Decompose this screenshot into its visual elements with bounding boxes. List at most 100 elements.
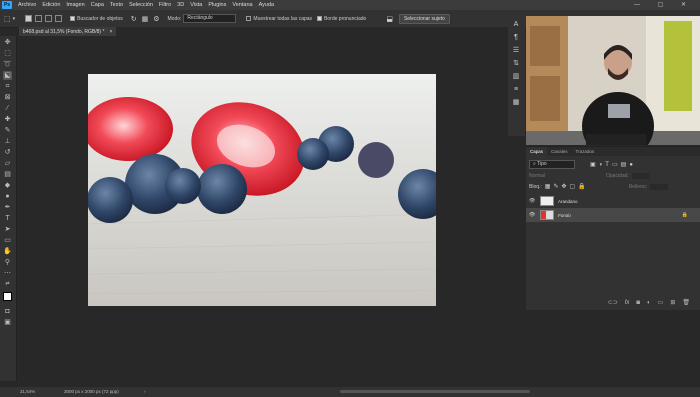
- subtract-selection-icon[interactable]: [45, 15, 53, 22]
- swap-colors-icon[interactable]: ⇄: [3, 280, 12, 289]
- group-icon[interactable]: ▭: [658, 299, 664, 306]
- visibility-eye-icon[interactable]: 👁: [529, 212, 536, 218]
- layer-filter-select[interactable]: ⌕ Tipo: [529, 160, 575, 169]
- lasso-tool-icon[interactable]: ➰: [3, 60, 12, 69]
- object-selection-tool-icon[interactable]: ⬕: [3, 71, 12, 80]
- lock-row: Bloq.: ▦ ✎ ✥ ▢ 🔒 Relleno:: [529, 183, 697, 190]
- adjustments-panel-icon[interactable]: ⇅: [512, 60, 520, 68]
- gear-icon[interactable]: ⚙: [153, 15, 159, 23]
- filter-smart-icon[interactable]: ▤: [621, 161, 627, 168]
- tab-layers[interactable]: Capas: [526, 147, 548, 156]
- menu-edicion[interactable]: Edición: [42, 2, 60, 8]
- history-panel-icon[interactable]: ≡: [512, 86, 520, 94]
- properties-panel-icon[interactable]: ☰: [512, 47, 520, 55]
- swatches-panel-icon[interactable]: ▦: [512, 99, 520, 107]
- document-tab[interactable]: b468.psd al 31,5% (Fondo, RGB/8) * ×: [19, 27, 117, 36]
- layer-row[interactable]: 👁 Arandano: [526, 194, 700, 208]
- rectangle-tool-icon[interactable]: ▭: [3, 236, 12, 245]
- layer-row[interactable]: 👁 Fondo 🔒: [526, 208, 700, 222]
- brush-tool-icon[interactable]: ✎: [3, 126, 12, 135]
- gradient-tool-icon[interactable]: ▤: [3, 170, 12, 179]
- filter-toggle-icon[interactable]: ●: [629, 162, 633, 168]
- new-layer-icon[interactable]: ⊞: [670, 299, 675, 306]
- adjustment-icon[interactable]: ◐: [647, 300, 651, 306]
- type-tool-icon[interactable]: T: [3, 214, 12, 223]
- show-objects-icon[interactable]: ▦: [142, 15, 149, 23]
- horizontal-scrollbar[interactable]: [340, 390, 530, 393]
- menu-archivo[interactable]: Archivo: [18, 2, 36, 8]
- foreground-color-swatch[interactable]: [3, 291, 12, 301]
- paragraph-panel-icon[interactable]: ¶: [512, 34, 520, 42]
- eraser-tool-icon[interactable]: ▱: [3, 159, 12, 168]
- select-subject-icon[interactable]: ⬓: [386, 15, 393, 23]
- healing-brush-tool-icon[interactable]: ✚: [3, 115, 12, 124]
- refresh-icon[interactable]: ↻: [131, 15, 137, 23]
- opacity-field[interactable]: [631, 173, 650, 179]
- menu-seleccion[interactable]: Selección: [129, 2, 153, 8]
- crop-tool-icon[interactable]: ⌗: [3, 82, 12, 91]
- zoom-level[interactable]: 31,54%: [20, 389, 35, 394]
- new-selection-icon[interactable]: [25, 15, 33, 22]
- tab-channels[interactable]: Canales: [547, 149, 572, 154]
- lock-image-icon[interactable]: ✎: [553, 183, 558, 190]
- libraries-panel-icon[interactable]: ▥: [512, 73, 520, 81]
- layer-name[interactable]: Fondo: [558, 213, 571, 218]
- history-brush-tool-icon[interactable]: ↺: [3, 148, 12, 157]
- filter-shape-icon[interactable]: ▭: [612, 161, 618, 168]
- select-subject-button[interactable]: Seleccionar sujeto: [398, 13, 450, 24]
- lock-position-icon[interactable]: ✥: [562, 183, 567, 190]
- fx-icon[interactable]: fx: [625, 300, 630, 306]
- menu-3d[interactable]: 3D: [177, 2, 184, 8]
- menu-capa[interactable]: Capa: [91, 2, 104, 8]
- menu-texto[interactable]: Texto: [110, 2, 123, 8]
- visibility-eye-icon[interactable]: 👁: [529, 198, 536, 204]
- layer-name[interactable]: Arandano: [558, 199, 578, 204]
- eyedropper-tool-icon[interactable]: ⁄: [3, 104, 12, 113]
- menu-filtro[interactable]: Filtro: [159, 2, 171, 8]
- lock-transparent-icon[interactable]: ▦: [545, 183, 551, 190]
- close-tab-icon[interactable]: ×: [109, 29, 112, 35]
- path-selection-tool-icon[interactable]: ➤: [3, 225, 12, 234]
- menu-plugins[interactable]: Plugins: [208, 2, 226, 8]
- lock-label: Bloq.:: [529, 183, 542, 190]
- blur-tool-icon[interactable]: ◆: [3, 181, 12, 190]
- move-tool-icon[interactable]: ✥: [3, 38, 12, 47]
- screen-mode-icon[interactable]: ▣: [3, 318, 12, 327]
- color-swatches[interactable]: [0, 291, 16, 305]
- pen-tool-icon[interactable]: ✒: [3, 203, 12, 212]
- hand-tool-icon[interactable]: ✋: [3, 247, 12, 256]
- zoom-tool-icon[interactable]: ⚲: [3, 258, 12, 267]
- mask-icon[interactable]: ◙: [636, 300, 640, 306]
- fill-field[interactable]: [650, 183, 669, 190]
- menu-imagen[interactable]: Imagen: [66, 2, 84, 8]
- object-finder-checkbox[interactable]: [70, 16, 76, 21]
- clone-stamp-tool-icon[interactable]: ⊥: [3, 137, 12, 146]
- document-image[interactable]: [88, 74, 436, 306]
- window-controls[interactable]: — ▢ ✕: [634, 1, 694, 8]
- link-icon[interactable]: ⊂⊃: [608, 299, 618, 306]
- lock-artboard-icon[interactable]: ▢: [570, 183, 576, 190]
- trash-icon[interactable]: 🗑: [682, 299, 690, 306]
- blend-mode-select[interactable]: Normal: [529, 173, 599, 179]
- frame-tool-icon[interactable]: ⊠: [3, 93, 12, 102]
- filter-pixel-icon[interactable]: ▣: [590, 161, 596, 168]
- hard-edge-checkbox[interactable]: [317, 16, 323, 21]
- menu-ayuda[interactable]: Ayuda: [259, 2, 275, 8]
- more-tools-icon[interactable]: ⋯: [3, 269, 12, 278]
- intersect-selection-icon[interactable]: [55, 15, 63, 22]
- filter-type-icon[interactable]: T: [605, 162, 609, 168]
- sample-all-layers-checkbox[interactable]: [246, 16, 252, 21]
- add-selection-icon[interactable]: [35, 15, 43, 22]
- mode-select[interactable]: Rectángulo: [183, 14, 237, 23]
- dodge-tool-icon[interactable]: ●: [3, 192, 12, 201]
- tab-paths[interactable]: Trazados: [572, 149, 599, 154]
- tool-preset-picker[interactable]: ⬚ ▾: [4, 15, 15, 23]
- filter-adjust-icon[interactable]: ◑: [599, 162, 603, 168]
- status-menu-arrow[interactable]: ›: [144, 389, 146, 394]
- quick-mask-icon[interactable]: ◘: [3, 307, 12, 316]
- menu-vista[interactable]: Vista: [190, 2, 202, 8]
- marquee-tool-icon[interactable]: ⬚: [3, 49, 12, 58]
- menu-ventana[interactable]: Ventana: [232, 2, 252, 8]
- character-panel-icon[interactable]: A: [512, 21, 520, 29]
- lock-all-icon[interactable]: 🔒: [578, 183, 585, 190]
